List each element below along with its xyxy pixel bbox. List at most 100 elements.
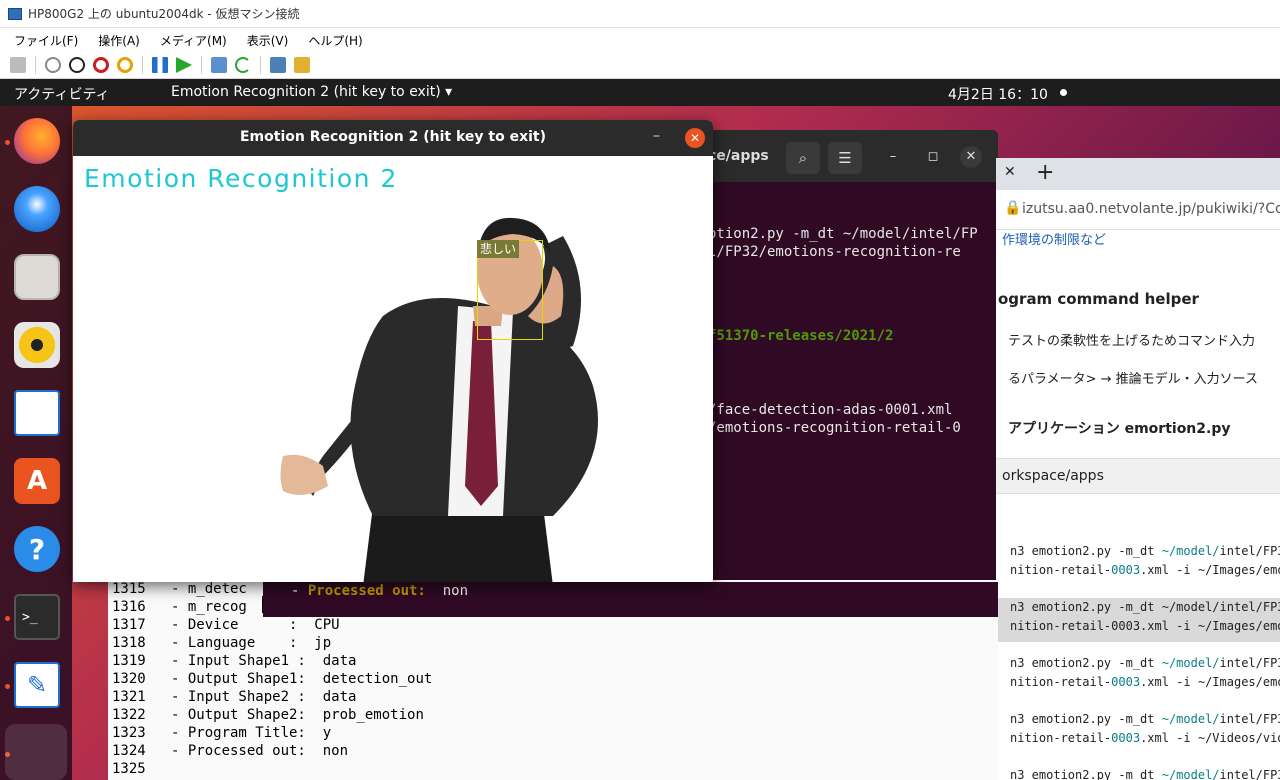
running-indicator xyxy=(5,616,10,621)
minimize-icon[interactable]: – xyxy=(882,146,904,168)
code-token: 0003 xyxy=(1111,563,1141,577)
app-menu[interactable]: Emotion Recognition 2 (hit key to exit) … xyxy=(171,84,452,100)
save-state-icon[interactable] xyxy=(117,57,133,73)
emotion-title-bar: Emotion Recognition 2 (hit key to exit) … xyxy=(73,120,713,156)
terminal-line: f51370-releases/2021/2 xyxy=(708,328,894,344)
address-bar[interactable]: 🔒 izutsu.aa0.netvolante.jp/pukiwiki/?Co xyxy=(996,190,1280,230)
text-editor-icon[interactable]: ✎ xyxy=(14,662,60,708)
browser-window[interactable]: ✕ + 🔒 izutsu.aa0.netvolante.jp/pukiwiki/… xyxy=(996,158,1280,780)
thunderbird-icon[interactable] xyxy=(14,186,60,232)
line-number: 1323 xyxy=(112,725,146,741)
search-icon[interactable]: ⌕ xyxy=(786,142,820,174)
code-token: .xml -i ~/Videos/vid xyxy=(1140,731,1280,745)
ctrl-alt-del-icon[interactable] xyxy=(10,57,26,73)
code-token: n3 emotion2.py -m_dt ~/model/intel/FP3 xyxy=(1010,600,1280,614)
shutdown-icon[interactable] xyxy=(93,57,109,73)
toolbar-divider xyxy=(260,56,261,74)
maximize-icon[interactable]: ◻ xyxy=(922,146,944,168)
line-number: 1324 xyxy=(112,743,146,759)
new-tab-icon[interactable]: + xyxy=(1036,160,1054,185)
processed-value: non xyxy=(425,583,469,599)
code-token: .xml -i ~/Images/emo xyxy=(1140,563,1280,577)
line-text: - Device : CPU xyxy=(145,617,340,633)
line-text: - Language : jp xyxy=(145,635,332,651)
code-token: intel/FP3 xyxy=(1219,544,1280,558)
url-field[interactable]: izutsu.aa0.netvolante.jp/pukiwiki/?Co xyxy=(1022,201,1280,217)
code-line: nition-retail-0003.xml -i ~/Images/emo xyxy=(1010,675,1280,689)
close-icon[interactable]: ✕ xyxy=(960,146,982,168)
code-token: n3 emotion2.py -m_dt xyxy=(1010,768,1162,780)
code-line: n3 emotion2.py -m_dt ~/model/intel/FP3 xyxy=(1010,712,1280,726)
activities-button[interactable]: アクティビティ xyxy=(14,84,110,104)
line-text: - m_recog xyxy=(145,599,247,615)
enhanced-session-icon[interactable] xyxy=(270,57,286,73)
code-token: .xml -i ~/Images/emo xyxy=(1140,675,1280,689)
turn-off-icon[interactable] xyxy=(69,57,85,73)
person-image xyxy=(280,217,598,582)
line-number: 1319 xyxy=(112,653,146,669)
host-toolbar xyxy=(0,52,1280,79)
code-line: nition-retail-0003.xml -i ~/Videos/vid xyxy=(1010,731,1280,745)
code-token: intel/FP3 xyxy=(1219,712,1280,726)
terminal-icon[interactable]: >_ xyxy=(14,594,60,640)
pause-icon[interactable] xyxy=(152,57,168,73)
code-token: 0003 xyxy=(1111,731,1141,745)
code-line: n3 emotion2.py -m_dt ~/model/intel/FP3 xyxy=(1010,600,1280,614)
page-link[interactable]: 作環境の制限など xyxy=(1002,229,1106,248)
minimize-icon[interactable]: – xyxy=(653,128,660,144)
console-line: 1322 - Output Shape2: prob_emotion xyxy=(112,707,424,723)
console-line: 1316 - m_recog xyxy=(112,599,247,615)
console-line: 1319 - Input Shape1 : data xyxy=(112,653,356,669)
code-token: intel/FP3 xyxy=(1219,656,1280,670)
line-text: - Output Shape2: prob_emotion xyxy=(145,707,424,723)
section-heading: ogram command helper xyxy=(998,290,1199,308)
terminal-line: /emotions-recognition-retail-0 xyxy=(708,420,961,436)
software-icon[interactable]: A xyxy=(14,458,60,504)
close-icon[interactable]: ✕ xyxy=(685,128,705,148)
line-text: - Processed out: non xyxy=(145,743,349,759)
menu-media[interactable]: メディア(M) xyxy=(160,32,227,49)
tab-close-icon[interactable]: ✕ xyxy=(1004,164,1016,180)
console-line: 1317 - Device : CPU xyxy=(112,617,340,633)
emotion-recognition-window[interactable]: Emotion Recognition 2 (hit key to exit) … xyxy=(73,120,713,582)
code-token: nition-retail- xyxy=(1010,731,1112,745)
app-grid-icon[interactable] xyxy=(5,724,67,780)
code-token: nition-retail- xyxy=(1010,563,1112,577)
terminal-line: l/FP32/emotions-recognition-re xyxy=(708,244,961,260)
console-line: 1323 - Program Title: y xyxy=(112,725,331,741)
running-indicator xyxy=(5,140,10,145)
share-icon[interactable] xyxy=(294,57,310,73)
line-number: 1318 xyxy=(112,635,146,651)
clock[interactable]: 4月2日 16：10 xyxy=(948,84,1048,104)
menu-icon[interactable]: ☰ xyxy=(828,142,862,174)
code-token: ~/model/ xyxy=(1161,544,1220,558)
menu-action[interactable]: 操作(A) xyxy=(98,32,140,49)
menu-help[interactable]: ヘルプ(H) xyxy=(308,32,362,49)
body-text: テストの柔軟性を上げるためコマンド入力 xyxy=(1008,334,1256,349)
console-line: 1324 - Processed out: non xyxy=(112,743,348,759)
help-icon[interactable]: ? xyxy=(14,526,60,572)
line-text: - Input Shape2 : data xyxy=(145,689,357,705)
console-line: 1321 - Input Shape2 : data xyxy=(112,689,356,705)
resume-icon[interactable] xyxy=(176,57,192,73)
code-token: intel/FP3 xyxy=(1219,768,1280,780)
terminal-line: /face-detection-adas-0001.xml xyxy=(708,402,953,418)
menu-file[interactable]: ファイル(F) xyxy=(14,32,78,49)
toolbar-divider xyxy=(35,56,36,74)
files-icon[interactable] xyxy=(14,254,60,300)
running-indicator xyxy=(5,684,10,689)
writer-icon[interactable] xyxy=(14,390,60,436)
code-line: nition-retail-0003.xml -i ~/Images/emo xyxy=(1010,563,1280,577)
monitor-icon xyxy=(8,7,22,20)
checkpoint-icon[interactable] xyxy=(211,57,227,73)
section-heading: アプリケーション emortion2.py xyxy=(1008,421,1231,437)
revert-icon[interactable] xyxy=(235,57,251,73)
code-token: n3 emotion2.py -m_dt xyxy=(1010,712,1162,726)
code-line: n3 emotion2.py -m_dt ~/model/intel/FP3 xyxy=(1010,768,1280,780)
start-icon[interactable] xyxy=(45,57,61,73)
menu-view[interactable]: 表示(V) xyxy=(247,32,289,49)
code-token: ~/model/ xyxy=(1161,768,1220,780)
firefox-icon[interactable] xyxy=(14,118,60,164)
notification-dot-icon[interactable] xyxy=(1060,89,1067,96)
rhythmbox-icon[interactable] xyxy=(14,322,60,368)
